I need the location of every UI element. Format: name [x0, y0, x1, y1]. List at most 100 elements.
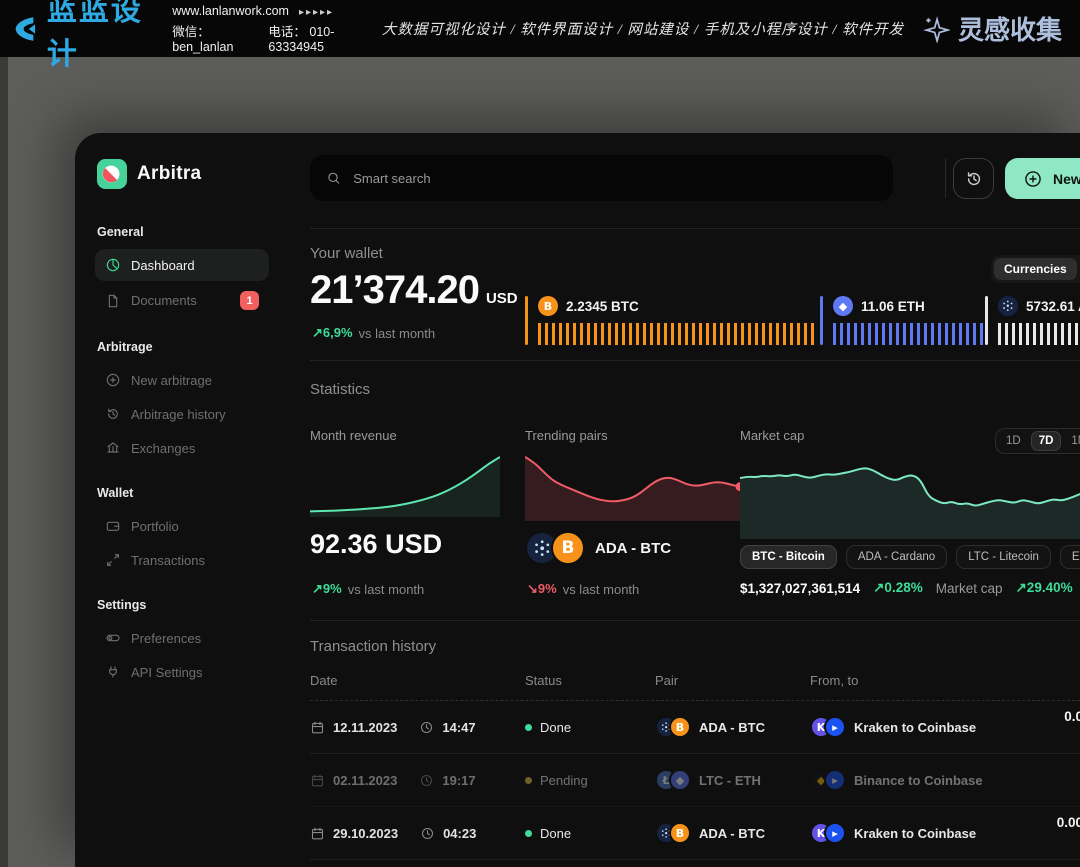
column-from-to: From, to	[810, 673, 1080, 688]
month-revenue-value: 92.36 USD	[310, 529, 442, 560]
trending-pair: B ADA - BTC	[525, 531, 671, 565]
eth-bars	[833, 323, 985, 345]
market-cap-tabs: BTC - Bitcoin ADA - Cardano LTC - Litecoin…	[740, 545, 1080, 569]
pair-cell: BADA - BTC	[655, 716, 810, 738]
pair-coin-icons: Ł◆	[655, 769, 691, 791]
market-cap-chart	[740, 453, 1080, 539]
exchange-icons: ◆▸	[810, 769, 846, 791]
calendar-icon	[310, 826, 325, 841]
btc-holding: B2.2345 BTC	[525, 296, 818, 345]
clock-icon	[419, 773, 434, 788]
range-1d[interactable]: 1D	[998, 431, 1029, 451]
banner-contact: www.lanlanwork.com▸▸▸▸▸ 微信： ben_lanlan 电…	[172, 4, 364, 54]
trending-pairs-delta: ↘9% vs last month	[527, 581, 639, 597]
backdrop-left-strip	[0, 57, 8, 867]
calendar-icon	[310, 720, 325, 735]
amount-cell: 0.0021	[958, 707, 1080, 747]
trending-pairs-chart	[525, 451, 740, 521]
month-revenue-label: Month revenue	[310, 428, 397, 443]
pair-coin-icons: B	[655, 822, 691, 844]
market-cap-value: $1,327,027,361,514	[740, 581, 860, 596]
pair-coin-icons: B	[655, 716, 691, 738]
status-badge: Pending	[525, 773, 655, 788]
market-cap-stats: $1,327,027,361,514 ↗0.28% Market cap ↗29…	[740, 580, 1080, 596]
wechat-label: 微信： ben_lanlan	[172, 21, 252, 54]
pair-cell: BADA - BTC	[655, 822, 810, 844]
lanlan-logo-text: 蓝蓝设计	[47, 0, 148, 73]
wallet-view-toggle: CurrenciesE	[991, 255, 1080, 283]
table-header: Date Status Pair From, to	[310, 673, 1080, 701]
range-7d[interactable]: 7D	[1031, 431, 1062, 451]
tab-eth-ethereu[interactable]: ETH - Ethereu	[1060, 545, 1080, 569]
new-arbitrage-button[interactable]: New a	[1005, 158, 1080, 199]
btc-coin-icon: B	[669, 822, 691, 844]
search-input[interactable]	[351, 170, 877, 187]
coinbase-coin-icon: ▸	[824, 716, 846, 738]
btc-coin-icon: B	[551, 531, 585, 565]
phone-label: 电话： 010-63334945	[268, 21, 363, 54]
pair-coin-icons: B	[525, 531, 585, 565]
btc-coin-icon: B	[669, 716, 691, 738]
sparkle-star-icon	[922, 15, 950, 43]
month-revenue-chart	[310, 453, 500, 517]
holding-marker	[525, 296, 528, 345]
arbitra-app-window: Arbitra GeneralDashboardDocuments1Arbitr…	[75, 133, 1080, 867]
site-url[interactable]: www.lanlanwork.com	[172, 4, 289, 18]
history-button[interactable]	[953, 158, 994, 199]
btc-amount-label: B2.2345 BTC	[538, 296, 818, 316]
screenshot-root: 蓝蓝设计 www.lanlanwork.com▸▸▸▸▸ 微信： ben_lan…	[0, 0, 1080, 867]
tab-btc-bitcoin[interactable]: BTC - Bitcoin	[740, 545, 837, 569]
eth-amount-label: ◆11.06 ETH	[833, 296, 985, 316]
wallet-section-title: Your wallet	[310, 245, 383, 262]
status-dot	[525, 830, 532, 837]
history-icon	[964, 169, 984, 189]
table-row[interactable]: 12.11.202314:47DoneBADA - BTCK▸Kraken to…	[310, 701, 1080, 754]
route-cell: ◆▸Binance to Coinbase	[810, 769, 1080, 791]
market-cap-label: Market cap	[740, 428, 804, 443]
status-badge: Done	[525, 720, 655, 735]
table-row[interactable]: 02.11.202319:17PendingŁ◆LTC - ETH◆▸Binan…	[310, 754, 1080, 807]
wallet-toggle-currencies[interactable]: Currencies	[994, 258, 1077, 280]
holding-marker	[985, 296, 988, 345]
btc-bars	[538, 323, 818, 345]
eth-coin-icon: ◆	[669, 769, 691, 791]
exchange-icons: K▸	[810, 822, 846, 844]
status-badge: Done	[525, 826, 655, 841]
search-box	[310, 155, 893, 201]
market-cap-range-toggle: 1D7D1M	[995, 428, 1080, 454]
section-divider	[310, 228, 1080, 229]
inspiration-collect[interactable]: 灵感收集	[922, 10, 1062, 47]
ada-holding: 5732.61 ADA	[985, 296, 1080, 345]
btc-coin-icon: B	[538, 296, 558, 316]
column-date: Date	[310, 673, 525, 688]
range-1m[interactable]: 1M	[1063, 431, 1080, 451]
search-icon	[326, 170, 341, 186]
eth-holding: ◆11.06 ETH	[820, 296, 985, 345]
main-content: New a Your wallet CurrenciesE 21’374.20U…	[75, 133, 1080, 867]
promo-banner: 蓝蓝设计 www.lanlanwork.com▸▸▸▸▸ 微信： ben_lan…	[0, 0, 1080, 57]
column-status: Status	[525, 673, 655, 688]
wallet-balance: 21’374.20USD	[310, 268, 518, 313]
eth-coin-icon: ◆	[833, 296, 853, 316]
status-dot	[525, 724, 532, 731]
tab-ada-cardano[interactable]: ADA - Cardano	[846, 545, 947, 569]
plus-circle-icon	[1023, 169, 1043, 189]
section-divider	[310, 620, 1080, 621]
coinbase-coin-icon: ▸	[824, 769, 846, 791]
clock-icon	[420, 826, 435, 841]
section-divider	[310, 360, 1080, 361]
ada-amount-label: 5732.61 ADA	[998, 296, 1080, 316]
exchange-icons: K▸	[810, 716, 846, 738]
table-row[interactable]: 29.10.202304:23DoneBADA - BTCK▸Kraken to…	[310, 807, 1080, 860]
statistics-section-title: Statistics	[310, 381, 370, 398]
calendar-icon	[310, 773, 325, 788]
tab-ltc-litecoin[interactable]: LTC - Litecoin	[956, 545, 1051, 569]
lanlan-logo: 蓝蓝设计	[14, 0, 148, 73]
status-dot	[525, 777, 532, 784]
amount-cell: 0.0000	[958, 813, 1080, 833]
clock-icon	[419, 720, 434, 735]
table-body: 12.11.202314:47DoneBADA - BTCK▸Kraken to…	[310, 701, 1080, 860]
topbar-divider	[945, 158, 946, 198]
month-revenue-delta: ↗9% vs last month	[312, 581, 424, 597]
transactions-section-title: Transaction history	[310, 638, 436, 655]
